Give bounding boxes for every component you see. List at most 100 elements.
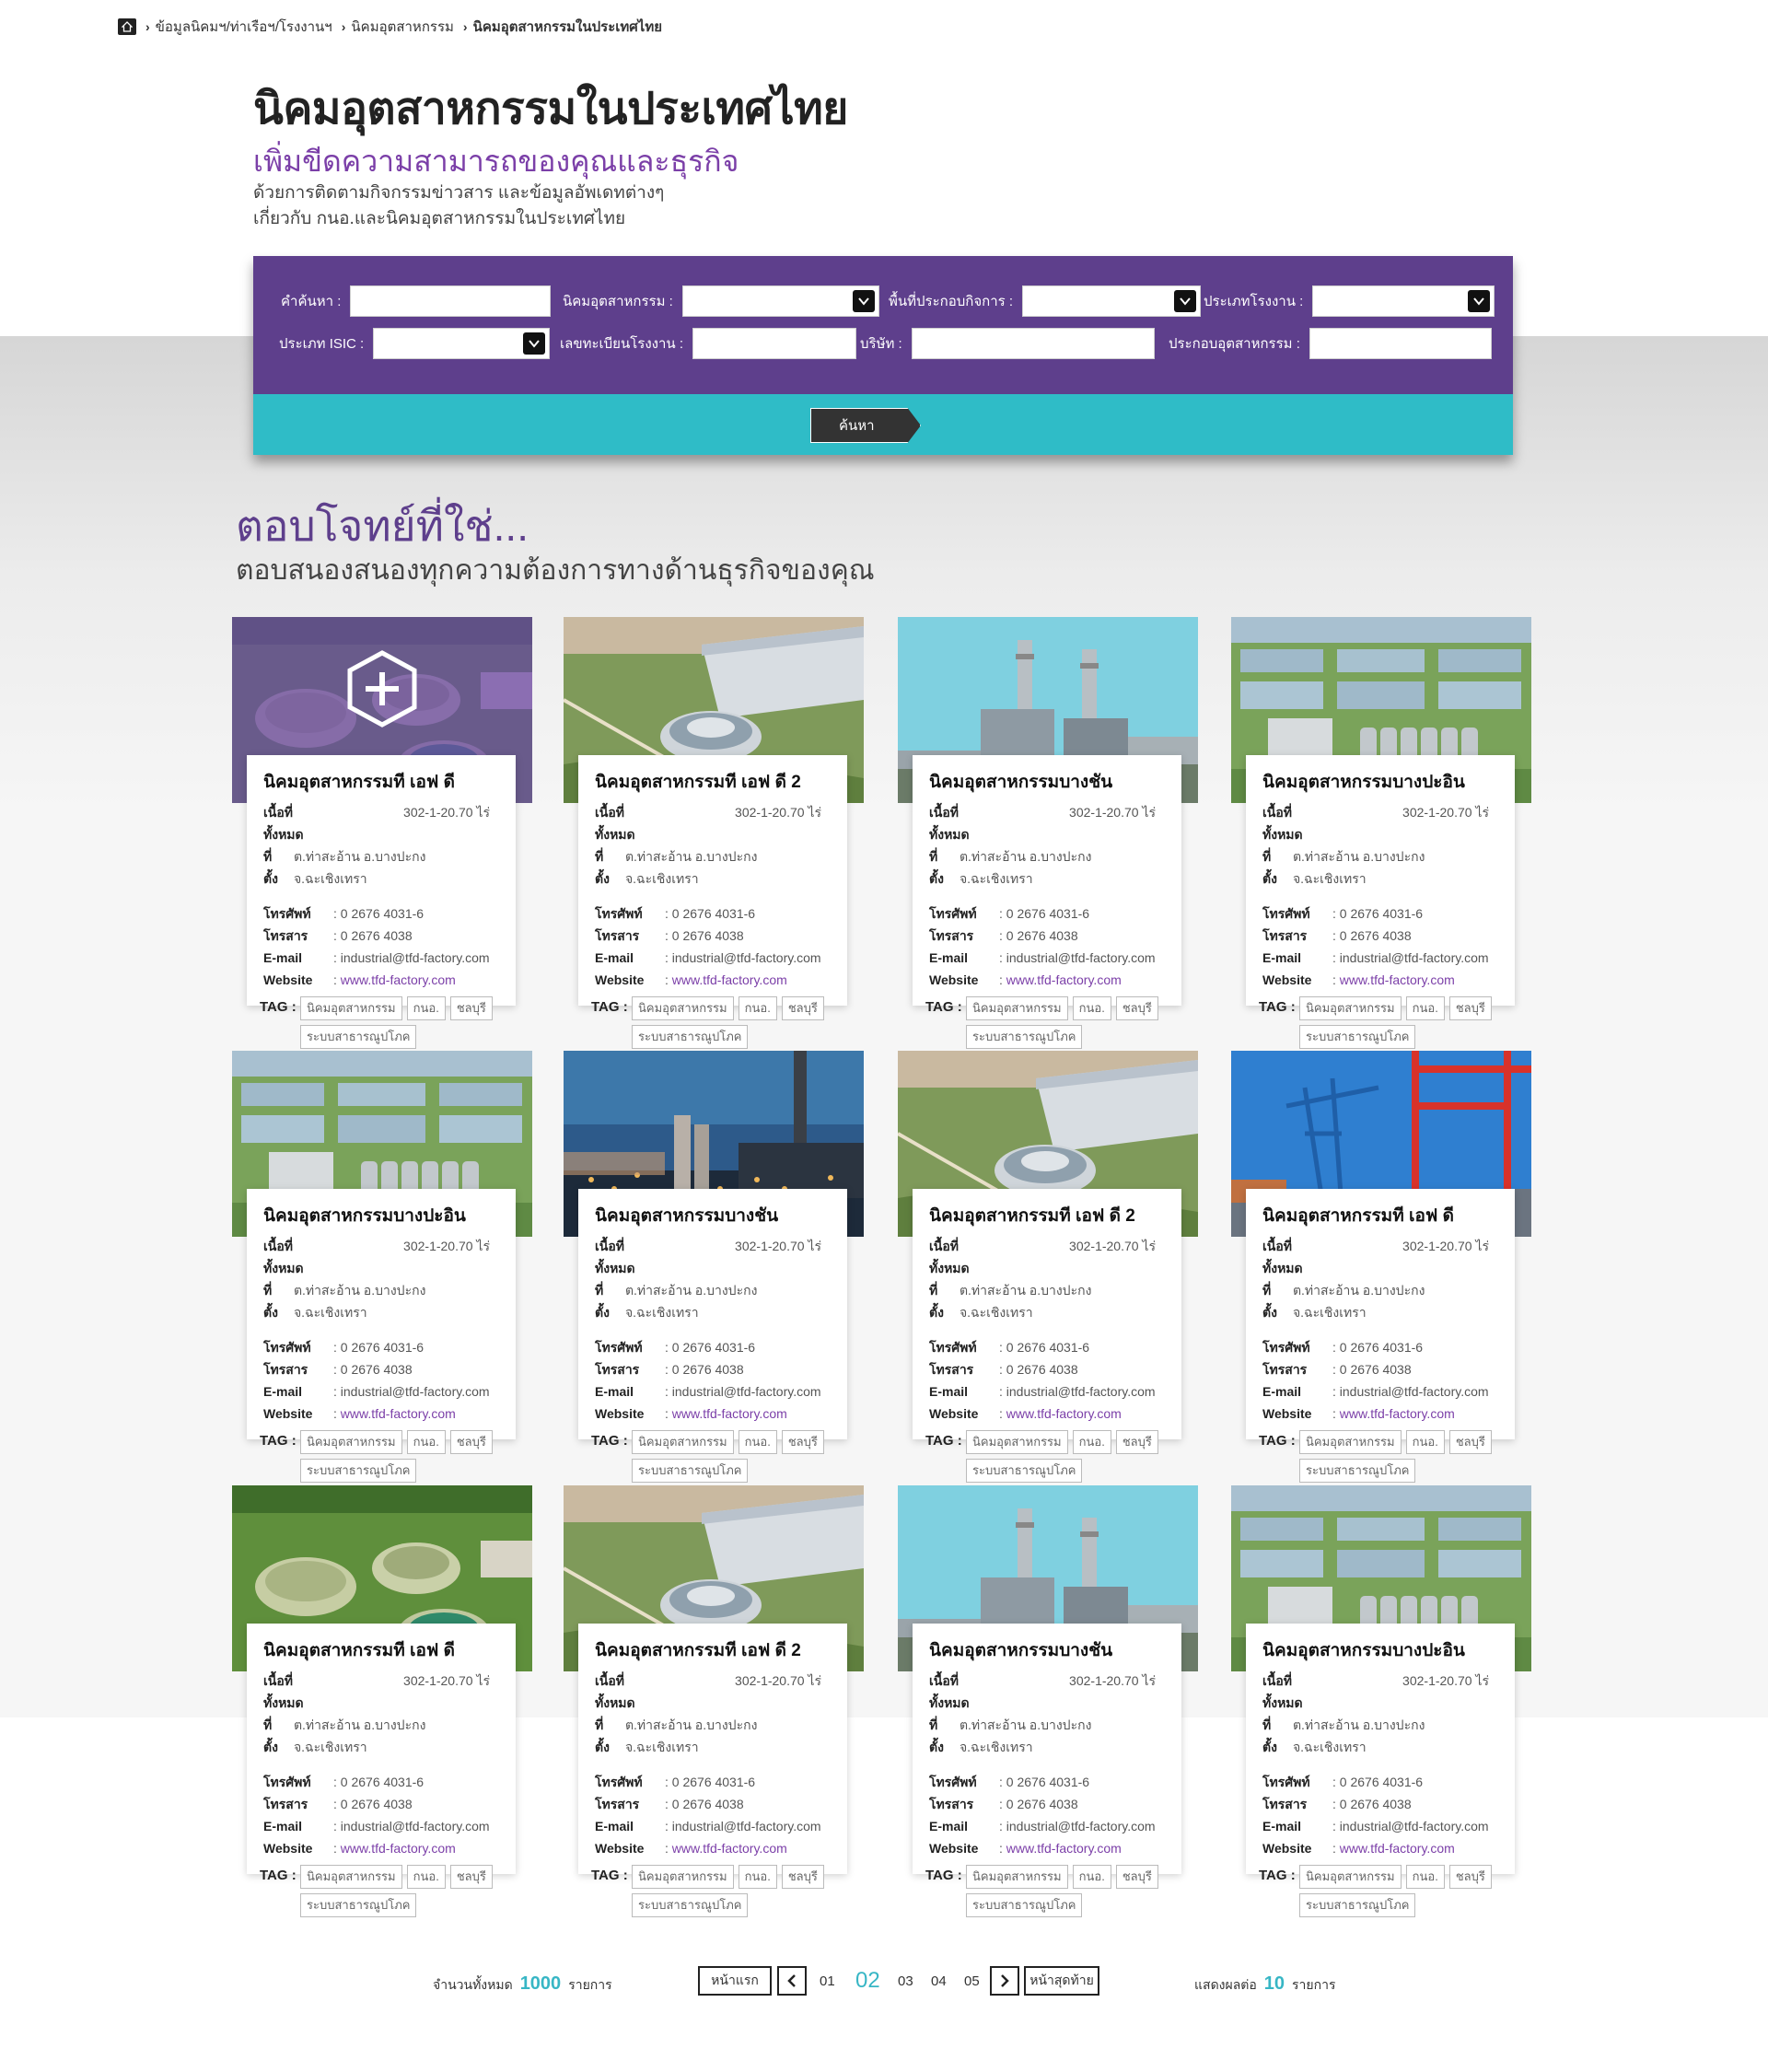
operator-input[interactable] xyxy=(1309,328,1492,359)
estate-name[interactable]: นิคมอุตสาหกรรมที เอฟ ดี xyxy=(1262,1202,1500,1229)
email-value[interactable]: : industrial@tfd-factory.com xyxy=(1332,1815,1489,1837)
email-value[interactable]: : industrial@tfd-factory.com xyxy=(665,947,821,969)
tag-chip[interactable]: ระบบสาธารณูปโภค xyxy=(300,1459,417,1483)
tag-chip[interactable]: ชลบุรี xyxy=(1448,996,1492,1020)
email-value[interactable]: : industrial@tfd-factory.com xyxy=(999,1380,1156,1403)
website-link[interactable]: www.tfd-factory.com xyxy=(672,1837,787,1859)
tag-chip[interactable]: ชลบุรี xyxy=(1115,996,1158,1020)
estate-name[interactable]: นิคมอุตสาหกรรมบางชัน xyxy=(929,1636,1167,1664)
email-value[interactable]: : industrial@tfd-factory.com xyxy=(1332,1380,1489,1403)
tag-chip[interactable]: กนอ. xyxy=(1072,1430,1111,1454)
email-value[interactable]: : industrial@tfd-factory.com xyxy=(999,1815,1156,1837)
estate-name[interactable]: นิคมอุตสาหกรรมบางปะอิน xyxy=(1262,768,1500,796)
page-number[interactable]: 03 xyxy=(898,1973,913,1989)
tag-chip[interactable]: ชลบุรี xyxy=(449,1865,493,1889)
email-value[interactable]: : industrial@tfd-factory.com xyxy=(665,1815,821,1837)
tag-chip[interactable]: นิคมอุตสาหกรรม xyxy=(966,1865,1068,1889)
email-value[interactable]: : industrial@tfd-factory.com xyxy=(333,1380,490,1403)
tag-chip[interactable]: กนอ. xyxy=(1405,1865,1445,1889)
estate-name[interactable]: นิคมอุตสาหกรรมบางชัน xyxy=(929,768,1167,796)
website-link[interactable]: www.tfd-factory.com xyxy=(341,1403,456,1425)
estate-card[interactable]: นิคมอุตสาหกรรมบางปะอิน เนื้อที่ทั้งหมด 3… xyxy=(1231,617,1531,1049)
tag-chip[interactable]: กนอ. xyxy=(1405,1430,1445,1454)
estate-name[interactable]: นิคมอุตสาหกรรมที เอฟ ดี xyxy=(263,768,501,796)
email-value[interactable]: : industrial@tfd-factory.com xyxy=(999,947,1156,969)
prev-page-button[interactable] xyxy=(777,1966,807,1996)
tag-chip[interactable]: นิคมอุตสาหกรรม xyxy=(1299,1865,1402,1889)
tag-chip[interactable]: ระบบสาธารณูปโภค xyxy=(966,1025,1083,1049)
estate-card[interactable]: นิคมอุตสาหกรรมที เอฟ ดี เนื้อที่ทั้งหมด … xyxy=(232,1485,532,1917)
tag-chip[interactable]: ชลบุรี xyxy=(1115,1430,1158,1454)
estate-card[interactable]: นิคมอุตสาหกรรมที เอฟ ดี เนื้อที่ทั้งหมด … xyxy=(1231,1051,1531,1483)
website-link[interactable]: www.tfd-factory.com xyxy=(672,1403,787,1425)
tag-chip[interactable]: ชลบุรี xyxy=(781,1430,824,1454)
estate-card[interactable]: นิคมอุตสาหกรรมที เอฟ ดี เนื้อที่ทั้งหมด … xyxy=(232,617,532,1049)
tag-chip[interactable]: นิคมอุตสาหกรรม xyxy=(300,1430,402,1454)
tag-chip[interactable]: ระบบสาธารณูปโภค xyxy=(632,1025,749,1049)
tag-chip[interactable]: นิคมอุตสาหกรรม xyxy=(632,1430,734,1454)
estate-select[interactable] xyxy=(681,285,879,317)
estate-name[interactable]: นิคมอุตสาหกรรมที เอฟ ดี 2 xyxy=(595,1636,832,1664)
tag-chip[interactable]: ระบบสาธารณูปโภค xyxy=(300,1025,417,1049)
next-page-button[interactable] xyxy=(990,1966,1019,1996)
estate-name[interactable]: นิคมอุตสาหกรรมที เอฟ ดี xyxy=(263,1636,501,1664)
tag-chip[interactable]: ระบบสาธารณูปโภค xyxy=(632,1893,749,1917)
search-button[interactable]: ค้นหา xyxy=(810,408,921,443)
breadcrumb-item-data[interactable]: › ข้อมูลนิคมฯ/ท่าเรือฯ/โรงงานฯ xyxy=(145,16,332,38)
email-value[interactable]: : industrial@tfd-factory.com xyxy=(665,1380,821,1403)
email-value[interactable]: : industrial@tfd-factory.com xyxy=(333,1815,490,1837)
tag-chip[interactable]: ระบบสาธารณูปโภค xyxy=(1299,1459,1416,1483)
estate-card[interactable]: นิคมอุตสาหกรรมบางชัน เนื้อที่ทั้งหมด 302… xyxy=(898,1485,1198,1917)
tag-chip[interactable]: กนอ. xyxy=(406,1430,446,1454)
tag-chip[interactable]: ชลบุรี xyxy=(1115,1865,1158,1889)
tag-chip[interactable]: นิคมอุตสาหกรรม xyxy=(632,996,734,1020)
tag-chip[interactable]: ชลบุรี xyxy=(1448,1865,1492,1889)
estate-card[interactable]: นิคมอุตสาหกรรมบางปะอิน เนื้อที่ทั้งหมด 3… xyxy=(1231,1485,1531,1917)
tag-chip[interactable]: ระบบสาธารณูปโภค xyxy=(1299,1025,1416,1049)
tag-chip[interactable]: กนอ. xyxy=(1072,1865,1111,1889)
tag-chip[interactable]: นิคมอุตสาหกรรม xyxy=(300,996,402,1020)
tag-chip[interactable]: ชลบุรี xyxy=(1448,1430,1492,1454)
tag-chip[interactable]: นิคมอุตสาหกรรม xyxy=(966,996,1068,1020)
isic-select[interactable] xyxy=(373,328,551,359)
tag-chip[interactable]: ระบบสาธารณูปโภค xyxy=(966,1893,1083,1917)
tag-chip[interactable]: กนอ. xyxy=(406,1865,446,1889)
estate-name[interactable]: นิคมอุตสาหกรรมที เอฟ ดี 2 xyxy=(929,1202,1167,1229)
per-page-value[interactable]: 10 xyxy=(1264,1973,1285,1995)
chevron-down-icon[interactable] xyxy=(1468,290,1491,312)
tag-chip[interactable]: กนอ. xyxy=(738,1430,777,1454)
website-link[interactable]: www.tfd-factory.com xyxy=(672,969,787,991)
chevron-down-icon[interactable] xyxy=(852,290,875,312)
email-value[interactable]: : industrial@tfd-factory.com xyxy=(333,947,490,969)
page-number[interactable]: 01 xyxy=(820,1973,835,1989)
website-link[interactable]: www.tfd-factory.com xyxy=(1340,1403,1455,1425)
tag-chip[interactable]: ชลบุรี xyxy=(781,1865,824,1889)
estate-card[interactable]: นิคมอุตสาหกรรมที เอฟ ดี 2 เนื้อที่ทั้งหม… xyxy=(564,1485,864,1917)
tag-chip[interactable]: ชลบุรี xyxy=(449,996,493,1020)
website-link[interactable]: www.tfd-factory.com xyxy=(1340,969,1455,991)
estate-name[interactable]: นิคมอุตสาหกรรมบางชัน xyxy=(595,1202,832,1229)
zone-select[interactable] xyxy=(1022,285,1202,317)
tag-chip[interactable]: กนอ. xyxy=(1405,996,1445,1020)
keyword-input[interactable] xyxy=(350,285,552,317)
factory-type-select[interactable] xyxy=(1312,285,1495,317)
tag-chip[interactable]: กนอ. xyxy=(1072,996,1111,1020)
estate-card[interactable]: นิคมอุตสาหกรรมที เอฟ ดี 2 เนื้อที่ทั้งหม… xyxy=(564,617,864,1049)
website-link[interactable]: www.tfd-factory.com xyxy=(341,969,456,991)
chevron-down-icon[interactable] xyxy=(1174,290,1197,312)
estate-card[interactable]: นิคมอุตสาหกรรมบางปะอิน เนื้อที่ทั้งหมด 3… xyxy=(232,1051,532,1483)
estate-name[interactable]: นิคมอุตสาหกรรมบางปะอิน xyxy=(1262,1636,1500,1664)
last-page-button[interactable]: หน้าสุดท้าย xyxy=(1024,1966,1099,1996)
first-page-button[interactable]: หน้าแรก xyxy=(698,1966,772,1996)
estate-name[interactable]: นิคมอุตสาหกรรมที เอฟ ดี 2 xyxy=(595,768,832,796)
estate-card[interactable]: นิคมอุตสาหกรรมบางชัน เนื้อที่ทั้งหมด 302… xyxy=(564,1051,864,1483)
breadcrumb-item-estate[interactable]: › นิคมอุตสาหกรรม xyxy=(342,16,454,38)
tag-chip[interactable]: กนอ. xyxy=(738,996,777,1020)
tag-chip[interactable]: ชลบุรี xyxy=(449,1430,493,1454)
tag-chip[interactable]: ระบบสาธารณูปโภค xyxy=(632,1459,749,1483)
website-link[interactable]: www.tfd-factory.com xyxy=(341,1837,456,1859)
tag-chip[interactable]: ระบบสาธารณูปโภค xyxy=(1299,1893,1416,1917)
website-link[interactable]: www.tfd-factory.com xyxy=(1006,969,1122,991)
chevron-down-icon[interactable] xyxy=(523,332,546,355)
page-number[interactable]: 05 xyxy=(964,1973,980,1989)
